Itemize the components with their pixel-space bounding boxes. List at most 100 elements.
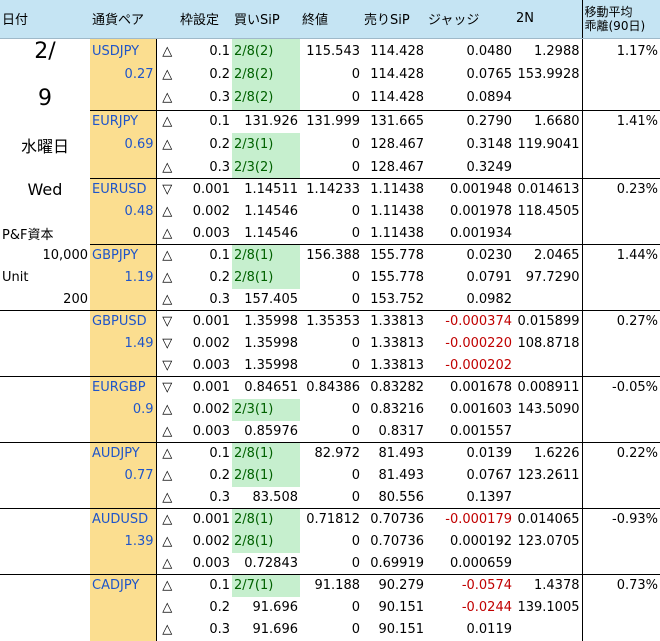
frame-cell: 0.002: [192, 204, 230, 219]
direction-icon: △: [156, 508, 178, 531]
side-empty: [0, 310, 90, 333]
buy-sip-cell: 2/8(2): [232, 38, 300, 64]
table-row: 9 △ 0.3 2/8(2) 0 114.428 0.0894: [0, 85, 660, 111]
ma-cell: -0.05%: [581, 376, 660, 399]
ma-cell: [581, 486, 660, 509]
sell-sip-cell: 0.69919: [370, 555, 424, 571]
pair-value: 1.19: [90, 266, 157, 289]
close-cell: 0: [351, 402, 360, 417]
ma-cell: [581, 266, 660, 289]
buy-sip-cell: 2/3(1): [232, 398, 300, 421]
pair-value: [90, 596, 157, 619]
frame-cell: 0.2: [209, 270, 230, 285]
frame-cell: 0.001: [178, 310, 232, 333]
side-empty: [0, 64, 90, 86]
close-cell: 0.71812: [300, 508, 362, 531]
frame-cell: 0.002: [192, 402, 230, 417]
sell-sip-cell: 0.83216: [370, 402, 424, 417]
buy-sip-cell: 1.14546: [244, 204, 298, 219]
ma-cell: [581, 420, 660, 443]
ma-cell: 1.41%: [581, 110, 660, 133]
judge-cell: 0.0894: [466, 90, 513, 106]
buy-sip-cell: 1.35998: [244, 336, 298, 351]
header-frame: 枠設定: [178, 0, 232, 39]
header-dir: [156, 0, 178, 39]
pair-value: 0.77: [90, 464, 157, 487]
pair-cell: [90, 420, 157, 443]
direction-icon: △: [162, 489, 173, 505]
table-row: 1.49 ▽ 0.002 1.35998 0 1.33813 -0.000220 108.87…: [0, 332, 660, 355]
close-cell: 0: [351, 357, 360, 373]
2n-cell: 0.014065: [514, 508, 582, 531]
close-cell: 91.188: [300, 574, 362, 597]
frame-cell: 0.002: [192, 336, 230, 351]
buy-sip-cell: 91.696: [252, 600, 299, 615]
sell-sip-cell: 90.151: [378, 622, 425, 637]
header-buy: 買いSiP: [232, 0, 300, 39]
direction-icon: △: [162, 43, 173, 59]
judge-cell: 0.001603: [449, 402, 512, 417]
close-cell: 0: [351, 204, 360, 219]
table-row: 水曜日 0.69 △ 0.2 2/3(1) 0 128.467 0.3148 119.9041: [0, 132, 660, 157]
frame-cell: 0.3: [209, 622, 230, 637]
frame-cell: 0.3: [209, 90, 230, 106]
pair-value: 1.39: [90, 530, 157, 553]
table-row: 0.9 △ 0.002 2/3(1) 0 0.83216 0.001603 143.5090: [0, 398, 660, 421]
ma-cell: [581, 596, 660, 619]
ma-cell: [581, 552, 660, 575]
judge-cell: -0.0574: [426, 574, 514, 597]
2n-cell: 123.0705: [517, 534, 580, 549]
ma-cell: [581, 288, 660, 311]
frame-cell: 0.003: [192, 357, 230, 373]
pair-value: 0.69: [90, 132, 157, 157]
2n-cell: [514, 289, 582, 311]
header-date: 日付: [0, 0, 90, 39]
buy-sip-cell: 91.696: [252, 622, 299, 637]
sell-sip-cell: 0.70736: [370, 534, 424, 549]
table-row: AUDUSD △ 0.001 2/8(1) 0.71812 0.70736 -0.00017…: [0, 508, 660, 531]
judge-cell: -0.000374: [426, 310, 514, 333]
side-empty: [0, 597, 90, 619]
close-cell: 0: [351, 534, 360, 549]
side-empty: [0, 111, 90, 133]
judge-cell: 0.0119: [466, 622, 513, 637]
sell-sip-cell: 153.752: [370, 291, 424, 307]
side-empty: [0, 465, 90, 487]
direction-icon: △: [156, 574, 178, 597]
sell-sip-cell: 155.778: [370, 270, 424, 285]
table-row: △ 0.3 2/3(2) 0 128.467 0.3249: [0, 156, 660, 179]
buy-sip-cell: 2/8(1): [232, 508, 300, 531]
table-row: △ 0.003 0.85976 0 0.8317 0.001557: [0, 420, 660, 443]
judge-cell: 0.0480: [466, 43, 513, 59]
side-empty: [0, 355, 90, 377]
judge-cell: 0.001948: [426, 178, 514, 201]
buy-sip-cell: 2/8(1): [232, 244, 300, 267]
capital-value: 10,000: [42, 248, 89, 263]
buy-sip-cell: 1.14511: [232, 178, 300, 201]
judge-cell: 0.0982: [466, 291, 513, 307]
2n-cell: 0.014613: [514, 178, 582, 201]
direction-icon: △: [162, 270, 173, 285]
close-cell: 0: [351, 137, 360, 152]
frame-cell: 0.002: [192, 534, 230, 549]
header-sell: 売りSiP: [362, 0, 426, 39]
sell-sip-cell: 128.467: [370, 159, 424, 175]
close-cell: 0: [351, 489, 360, 505]
pair-value: 0.48: [90, 200, 157, 223]
frame-cell: 0.001: [178, 178, 232, 201]
close-cell: 0: [351, 468, 360, 483]
direction-icon: △: [162, 423, 173, 439]
buy-sip-cell: 131.926: [232, 110, 300, 133]
close-cell: 0: [351, 225, 360, 241]
sell-sip-cell: 1.11438: [370, 204, 424, 219]
2n-cell: 108.8718: [517, 336, 580, 351]
2n-cell: [514, 223, 582, 245]
judge-cell: 0.0791: [466, 270, 513, 285]
date-bottom: 9: [38, 85, 52, 111]
direction-icon: △: [156, 110, 178, 133]
direction-icon: △: [162, 600, 173, 615]
close-cell: 115.543: [306, 43, 360, 59]
sell-sip-cell: 90.279: [362, 574, 426, 597]
ma-cell: 0.27%: [581, 310, 660, 333]
judge-cell: -0.0244: [461, 600, 512, 615]
